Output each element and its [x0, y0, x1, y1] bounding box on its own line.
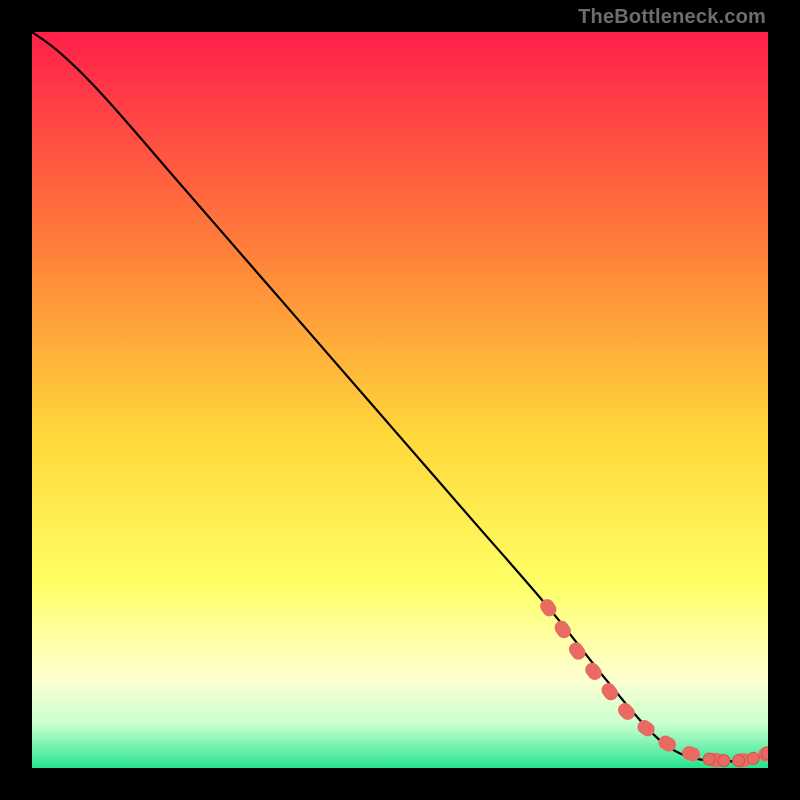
background-gradient — [32, 32, 768, 768]
plot-area — [32, 32, 768, 768]
watermark-text: TheBottleneck.com — [578, 6, 766, 29]
chart-stage: TheBottleneck.com — [0, 0, 800, 800]
